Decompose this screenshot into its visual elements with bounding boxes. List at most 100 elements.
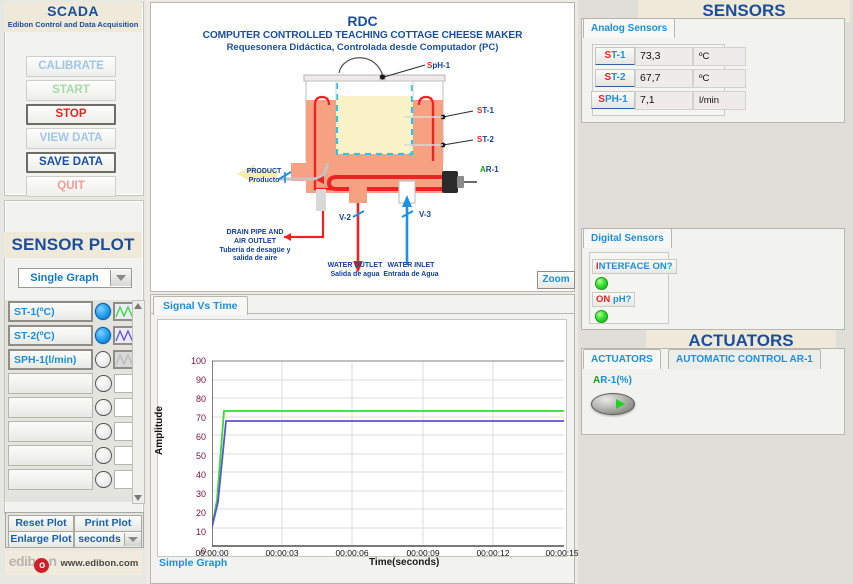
y-tick: 80: [195, 394, 206, 404]
sph-1-tag: SPH-1: [591, 91, 635, 109]
sensor-plot-row[interactable]: [5, 372, 142, 395]
sph-1-unit: l/min: [693, 90, 746, 110]
x-tick: 00:00:03: [265, 548, 299, 558]
y-tick: 10: [195, 527, 206, 537]
sensor-plot-radio[interactable]: [94, 327, 111, 344]
y-tick: 100: [190, 356, 206, 366]
sensor-plot-label: SPH-1(l/min): [14, 353, 77, 366]
zoom-button[interactable]: Zoom: [537, 271, 575, 289]
diagram-title-block: RDC COMPUTER CONTROLLED TEACHING COTTAGE…: [151, 13, 574, 53]
sensor-plot-row[interactable]: ST-2(ºC): [5, 324, 141, 347]
time-units-value: seconds: [78, 533, 121, 545]
v3-label: V-3: [418, 210, 431, 219]
sensor-plot-radio[interactable]: [95, 399, 112, 416]
sensor-plot-row[interactable]: SPH-1(l/min): [5, 348, 141, 371]
tab-analog-sensors[interactable]: Analog Sensors: [583, 18, 676, 38]
sensor-plot-title-band: SENSOR PLOT: [4, 232, 142, 258]
save-data-button[interactable]: SAVE DATA: [26, 152, 116, 173]
print-plot-button[interactable]: Print Plot: [74, 515, 142, 532]
scada-subtitle: Edibon Control and Data Acquisition: [7, 20, 139, 29]
interface-on-label: INTERFACE ON?: [592, 259, 677, 274]
sensor-plot-radio[interactable]: [94, 351, 111, 368]
stop-button[interactable]: STOP: [26, 104, 116, 125]
reset-plot-button[interactable]: Reset Plot: [8, 515, 74, 532]
y-tick: 50: [195, 451, 206, 461]
sensor-plot-radio[interactable]: [95, 423, 112, 440]
sensor-plot-row[interactable]: [5, 468, 142, 491]
sensor-plot-row[interactable]: [5, 420, 142, 443]
sensor-plot-label: ST-1(ºC): [14, 305, 55, 318]
play-triangle-icon: [616, 399, 625, 409]
sensor-plot-title: SENSOR PLOT: [11, 235, 135, 254]
on-ph-led-icon: [595, 310, 608, 323]
plot-buttons-group: Reset Plot Print Plot Enlarge Plot secon…: [5, 512, 144, 548]
st-1-tag: ST-1: [477, 106, 494, 115]
ar-1-tag: AR-1: [480, 165, 499, 174]
interface-on-indicator: INTERFACE ON?: [592, 256, 677, 290]
start-button[interactable]: START: [26, 80, 116, 101]
graph-mode-select[interactable]: Single Graph: [18, 268, 132, 288]
process-diagram-panel: RDC COMPUTER CONTROLLED TEACHING COTTAGE…: [150, 2, 575, 292]
x-tick: 00:00:12: [476, 548, 510, 558]
diagram-code: RDC: [347, 13, 378, 29]
y-tick: 40: [195, 470, 206, 480]
chevron-down-icon[interactable]: [110, 270, 131, 286]
tab-actuators[interactable]: ACTUATORS: [583, 349, 661, 369]
st-1-value: 73,3: [635, 46, 693, 66]
tab-automatic-control-ar1[interactable]: AUTOMATIC CONTROL AR-1: [668, 349, 821, 369]
chart-plot-area[interactable]: 100 90 80 70 60 50 40 30 20 10 0 Amplitu…: [154, 319, 579, 558]
y-tick: 30: [195, 489, 206, 499]
st-2-unit: ºC: [693, 68, 746, 88]
sph-1-value: 7,1: [635, 90, 693, 110]
right-column: SENSORS Analog Sensors ST-1 73,3 ºC ST-2…: [578, 0, 853, 584]
enlarge-plot-button[interactable]: Enlarge Plot: [8, 531, 74, 548]
y-tick: 20: [195, 508, 206, 518]
time-units-select[interactable]: seconds: [74, 531, 142, 548]
sensor-plot-row[interactable]: ST-1(ºC): [5, 300, 141, 323]
y-tick: 60: [195, 432, 206, 442]
quit-button[interactable]: QUIT: [26, 176, 116, 197]
calibrate-button[interactable]: CALIBRATE: [26, 56, 116, 77]
sensor-plot-radio[interactable]: [95, 447, 112, 464]
st-1-tag: ST-1: [595, 47, 635, 65]
signal-chart-panel: Signal Vs Time 100 90 80 70 60 50 40 30 …: [150, 294, 579, 584]
ar-1-knob[interactable]: [591, 393, 635, 415]
on-ph-label: ON pH?: [592, 292, 636, 307]
sensor-plot-radio[interactable]: [94, 303, 111, 320]
drain-pipe-label: DRAIN PIPE AND AIR OUTLET Tubería de des…: [219, 229, 291, 263]
v2-label: V-2: [338, 213, 351, 222]
scroll-down-arrow-icon[interactable]: [134, 495, 142, 501]
left-control-panel: SCADA Edibon Control and Data Acquisitio…: [0, 0, 146, 584]
diagram-title-en: COMPUTER CONTROLLED TEACHING COTTAGE CHE…: [202, 30, 523, 41]
sensor-plot-row[interactable]: [5, 444, 142, 467]
tab-digital-sensors[interactable]: Digital Sensors: [583, 228, 672, 248]
product-label: PRODUCT Producto: [246, 168, 282, 184]
chevron-down-icon[interactable]: [124, 533, 141, 546]
scada-title-band: SCADA Edibon Control and Data Acquisitio…: [4, 2, 142, 32]
graph-mode-value: Single Graph: [30, 272, 99, 284]
simple-graph-link[interactable]: Simple Graph: [159, 557, 227, 569]
analog-sensor-row: ST-1 73,3 ºC: [595, 46, 746, 66]
sensor-plot-list: ST-1(ºC) ST-2(ºC) SPH-1(l/min): [5, 300, 142, 502]
y-axis: 100 90 80 70 60 50 40 30 20 10 0 Amplitu…: [154, 320, 206, 556]
edibon-footer: edib o n www.edibon.com: [5, 551, 142, 575]
sensor-list-scrollbar[interactable]: [132, 300, 145, 504]
st-1-unit: ºC: [693, 46, 746, 66]
sensor-plot-radio[interactable]: [95, 375, 112, 392]
analog-sensor-row: SPH-1 7,1 l/min: [591, 90, 746, 110]
edibon-logo: edib o n: [8, 553, 57, 573]
sensor-plot-radio[interactable]: [95, 471, 112, 488]
scada-title: SCADA: [47, 3, 99, 19]
scroll-up-arrow-icon[interactable]: [134, 303, 142, 309]
y-tick: 90: [195, 375, 206, 385]
sph-1-tag: SpH-1: [427, 61, 451, 70]
view-data-button[interactable]: VIEW DATA: [26, 128, 116, 149]
tab-signal-vs-time[interactable]: Signal Vs Time: [153, 296, 248, 315]
st-2-value: 67,7: [635, 68, 693, 88]
x-axis-title: Time(seconds): [369, 557, 440, 568]
sensor-plot-label: ST-2(ºC): [14, 329, 55, 342]
scada-button-column: CALIBRATE START STOP VIEW DATA SAVE DATA…: [26, 56, 118, 200]
sensor-plot-row[interactable]: [5, 396, 142, 419]
analog-sensor-row: ST-2 67,7 ºC: [595, 68, 746, 88]
scada-application-window: SCADA Edibon Control and Data Acquisitio…: [0, 0, 853, 584]
